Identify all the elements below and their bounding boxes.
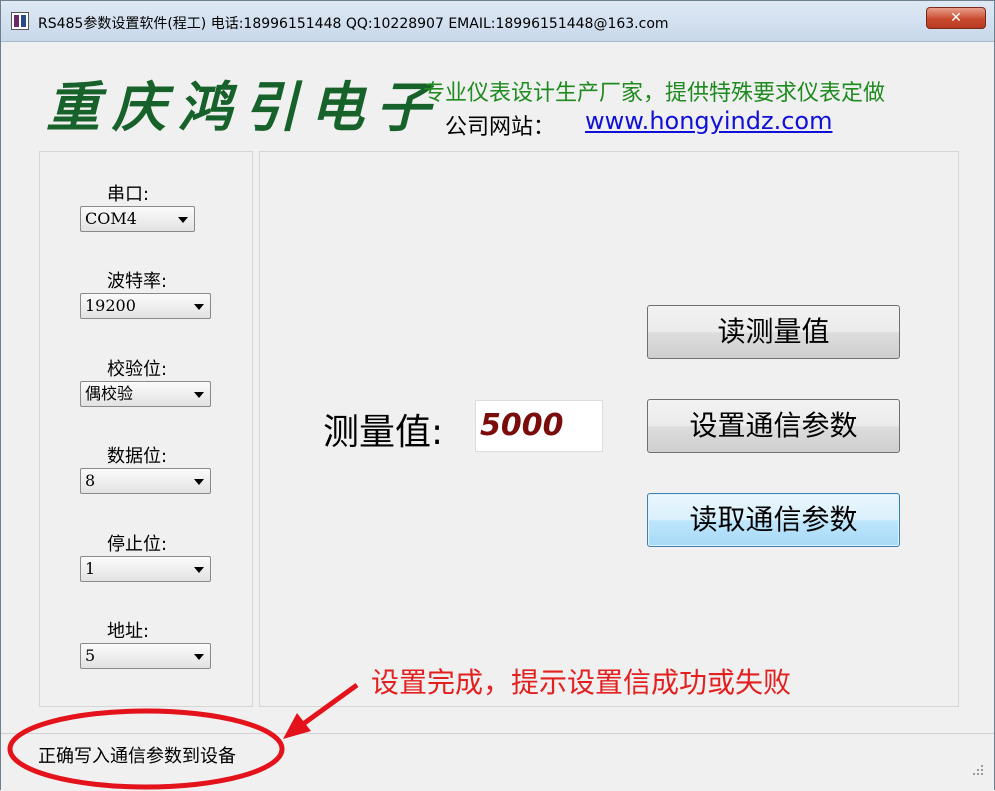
- resize-grip-icon[interactable]: [969, 761, 985, 777]
- measure-label: 测量值:: [323, 412, 444, 453]
- title-bar: RS485参数设置软件(程工) 电话:18996151448 QQ:102289…: [1, 1, 994, 42]
- window-title: RS485参数设置软件(程工) 电话:18996151448 QQ:102289…: [38, 16, 669, 32]
- stopbits-select[interactable]: 1: [80, 556, 211, 582]
- website-label: 公司网站：: [445, 115, 556, 140]
- parity-select[interactable]: 偶校验: [80, 381, 211, 407]
- port-select[interactable]: COM4: [80, 206, 195, 232]
- chevron-down-icon: [194, 392, 204, 398]
- chevron-down-icon: [194, 479, 204, 485]
- parity-label: 校验位:: [107, 359, 168, 380]
- baud-select-value: 19200: [85, 296, 136, 315]
- website-link[interactable]: www.hongyindz.com: [585, 107, 832, 135]
- status-message: 正确写入通信参数到设备: [38, 746, 236, 767]
- databits-label: 数据位:: [107, 446, 168, 467]
- chevron-down-icon: [194, 304, 204, 310]
- measure-value: 5000: [475, 400, 603, 452]
- close-button[interactable]: ✕: [926, 7, 986, 29]
- read-measure-button[interactable]: 读测量值: [647, 305, 900, 359]
- app-window: RS485参数设置软件(程工) 电话:18996151448 QQ:102289…: [0, 0, 995, 790]
- address-select[interactable]: 5: [80, 643, 211, 669]
- app-icon: [11, 12, 29, 30]
- read-params-button[interactable]: 读取通信参数: [647, 493, 900, 547]
- set-params-button[interactable]: 设置通信参数: [647, 399, 900, 453]
- slogan: 专业仪表设计生产厂家，提供特殊要求仪表定做: [423, 81, 886, 106]
- annotation-text: 设置完成，提示设置信成功或失败: [371, 666, 792, 699]
- brand-logo-text: 重庆鸿引电子: [46, 75, 442, 139]
- chevron-down-icon: [194, 567, 204, 573]
- baud-label: 波特率:: [107, 271, 168, 292]
- address-label: 地址:: [107, 621, 150, 642]
- port-label: 串口:: [107, 184, 150, 205]
- stopbits-label: 停止位:: [107, 534, 168, 555]
- stopbits-select-value: 1: [85, 559, 96, 578]
- databits-select-value: 8: [85, 471, 96, 490]
- port-select-value: COM4: [85, 209, 137, 228]
- chevron-down-icon: [194, 654, 204, 660]
- parity-select-value: 偶校验: [85, 384, 134, 403]
- baud-select[interactable]: 19200: [80, 293, 211, 319]
- chevron-down-icon: [178, 217, 188, 223]
- address-select-value: 5: [85, 646, 96, 665]
- databits-select[interactable]: 8: [80, 468, 211, 494]
